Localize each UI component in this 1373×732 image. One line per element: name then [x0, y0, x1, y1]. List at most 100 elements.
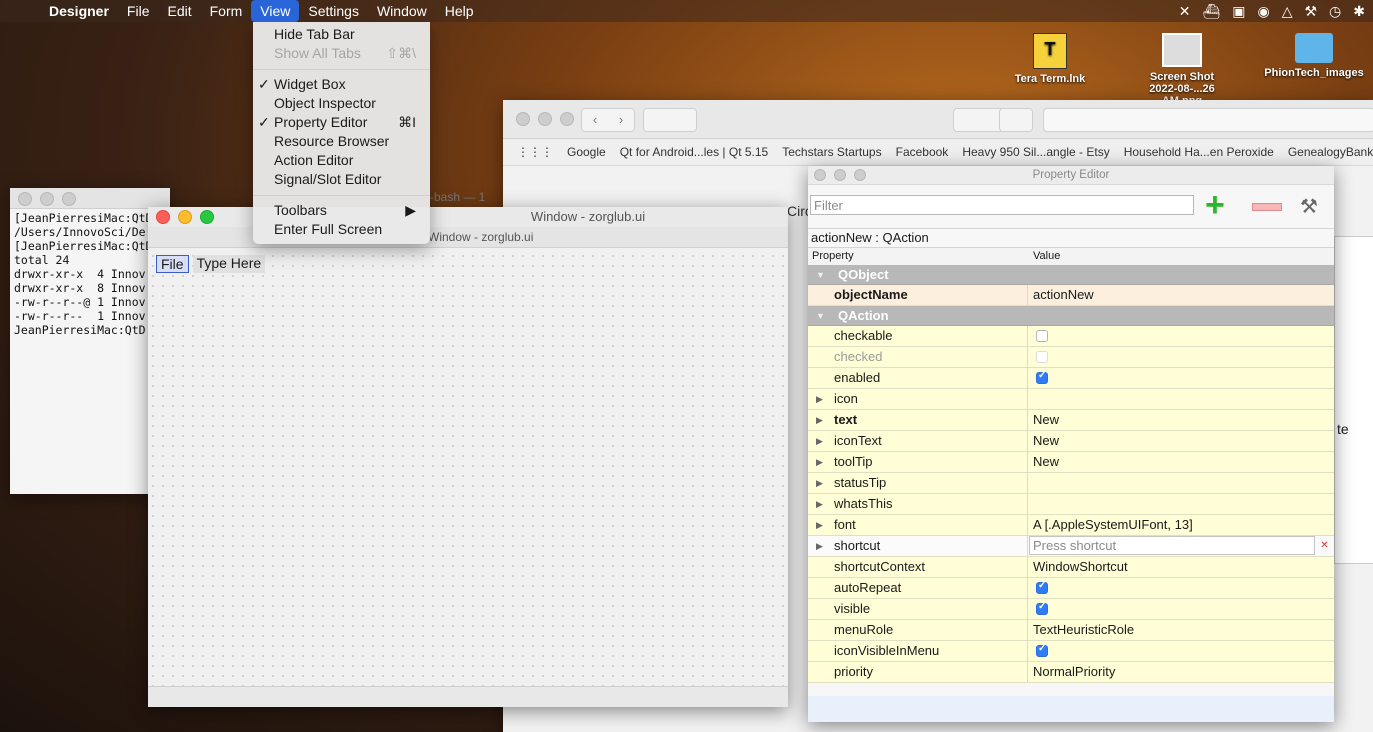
- property-row-font[interactable]: ▶ font A [.AppleSystemUIFont, 13]: [808, 515, 1334, 536]
- property-row-visible[interactable]: visible: [808, 599, 1334, 620]
- privacy-shield-icon[interactable]: [999, 108, 1033, 132]
- property-row-iconText[interactable]: ▶ iconText New: [808, 431, 1334, 452]
- property-row-icon[interactable]: ▶ icon: [808, 389, 1334, 410]
- close-button[interactable]: [18, 192, 32, 206]
- property-category-qaction[interactable]: ▼ QAction: [808, 306, 1334, 326]
- minimize-button[interactable]: [40, 192, 54, 206]
- zoom-button[interactable]: [560, 112, 574, 126]
- menu-item-toolbars[interactable]: Toolbars ▶: [253, 201, 430, 220]
- docker-icon[interactable]: ⛴: [1202, 3, 1220, 20]
- menu-app-designer[interactable]: Designer: [40, 0, 118, 22]
- notification-icon[interactable]: ◉: [1257, 3, 1269, 20]
- mute-icon[interactable]: ✕: [1179, 3, 1191, 20]
- property-row-iconVisibleInMenu[interactable]: iconVisibleInMenu: [808, 641, 1334, 662]
- menu-form[interactable]: Form: [201, 0, 252, 22]
- menu-item-signal-slot-editor[interactable]: Signal/Slot Editor: [253, 170, 430, 189]
- desktop-icon-teraterm[interactable]: T Tera Term.lnk: [1010, 33, 1090, 85]
- filter-input[interactable]: Filter: [810, 195, 1194, 215]
- menu-file[interactable]: File: [118, 0, 159, 22]
- minimize-button[interactable]: [834, 169, 846, 181]
- property-value[interactable]: New: [1033, 410, 1059, 430]
- property-row-autoRepeat[interactable]: autoRepeat: [808, 578, 1334, 599]
- close-button[interactable]: [156, 210, 170, 224]
- form-menu-type-here[interactable]: Type Here: [192, 255, 266, 273]
- property-row-enabled[interactable]: enabled: [808, 368, 1334, 389]
- shortcut-input[interactable]: Press shortcut: [1029, 536, 1315, 555]
- bookmark-item[interactable]: Techstars Startups: [782, 145, 881, 159]
- property-value[interactable]: actionNew: [1033, 285, 1094, 305]
- column-header-property[interactable]: Property: [812, 250, 854, 262]
- terminal-output[interactable]: [JeanPierresiMac:QtD /Users/InnovoSci/De…: [10, 209, 170, 339]
- property-row-checkable[interactable]: checkable: [808, 326, 1334, 347]
- property-row-text[interactable]: ▶ text New: [808, 410, 1334, 431]
- property-row-priority[interactable]: priority NormalPriority: [808, 662, 1334, 683]
- bookmark-item[interactable]: Google: [567, 145, 606, 159]
- property-value[interactable]: NormalPriority: [1033, 662, 1115, 682]
- property-row-toolTip[interactable]: ▶ toolTip New: [808, 452, 1334, 473]
- wps-icon[interactable]: ▣: [1232, 3, 1245, 20]
- menu-window[interactable]: Window: [368, 0, 436, 22]
- remove-property-icon[interactable]: [1252, 203, 1282, 211]
- property-editor-title[interactable]: Property Editor: [808, 166, 1334, 185]
- forward-icon[interactable]: ›: [619, 109, 623, 131]
- address-bar[interactable]: [1043, 108, 1373, 132]
- column-header-value[interactable]: Value: [1033, 250, 1060, 262]
- property-value[interactable]: WindowShortcut: [1033, 557, 1128, 577]
- bookmark-item[interactable]: Qt for Android...les | Qt 5.15: [620, 145, 769, 159]
- zoom-button[interactable]: [200, 210, 214, 224]
- property-row-shortcutContext[interactable]: shortcutContext WindowShortcut: [808, 557, 1334, 578]
- menu-item-object-inspector[interactable]: Object Inspector: [253, 94, 430, 113]
- minimize-button[interactable]: [178, 210, 192, 224]
- bookmark-item[interactable]: Heavy 950 Sil...angle - Etsy: [962, 145, 1109, 159]
- grid-icon[interactable]: ⋮⋮⋮: [517, 145, 553, 159]
- property-row-objectName[interactable]: objectName actionNew: [808, 285, 1334, 306]
- back-icon[interactable]: ‹: [593, 109, 597, 131]
- property-checkbox[interactable]: [1036, 601, 1048, 615]
- property-row-checked[interactable]: checked: [808, 347, 1334, 368]
- drive-icon[interactable]: △: [1282, 3, 1293, 20]
- property-value[interactable]: New: [1033, 431, 1059, 451]
- menu-edit[interactable]: Edit: [158, 0, 200, 22]
- menu-item-action-editor[interactable]: Action Editor: [253, 151, 430, 170]
- property-row-whatsThis[interactable]: ▶ whatsThis: [808, 494, 1334, 515]
- bookmark-item[interactable]: Household Ha...en Peroxide: [1124, 145, 1274, 159]
- extension-button[interactable]: [953, 108, 1005, 132]
- zoom-button[interactable]: [62, 192, 76, 206]
- add-property-icon[interactable]: +: [1205, 188, 1225, 222]
- sidebar-toggle-button[interactable]: [643, 108, 697, 132]
- menu-help[interactable]: Help: [436, 0, 483, 22]
- property-row-shortcut[interactable]: ▶ shortcut Press shortcut ✕: [808, 536, 1334, 557]
- window-title[interactable]: Window - zorglub.ui: [148, 207, 788, 227]
- menu-item-property-editor[interactable]: ✓ Property Editor ⌘I: [253, 113, 430, 132]
- menu-item-resource-browser[interactable]: Resource Browser: [253, 132, 430, 151]
- desktop-icon-screenshot[interactable]: Screen Shot 2022-08-...26 AM.png: [1132, 33, 1232, 107]
- time-machine-icon[interactable]: ◷: [1329, 3, 1341, 20]
- menu-item-hide-tab-bar[interactable]: Hide Tab Bar: [253, 25, 430, 44]
- zoom-button[interactable]: [854, 169, 866, 181]
- menu-view[interactable]: View: [251, 0, 300, 22]
- minimize-button[interactable]: [538, 112, 552, 126]
- bluetooth-icon[interactable]: ✱: [1353, 3, 1365, 20]
- bookmark-item[interactable]: GenealogyBank | Face: [1288, 145, 1373, 159]
- property-checkbox[interactable]: [1036, 643, 1048, 657]
- back-forward-buttons[interactable]: ‹ ›: [581, 108, 635, 132]
- property-checkbox[interactable]: [1036, 370, 1048, 384]
- menu-settings[interactable]: Settings: [299, 0, 368, 22]
- clear-shortcut-icon[interactable]: ✕: [1315, 536, 1334, 555]
- form-menu-file[interactable]: File: [156, 255, 189, 273]
- property-row-menuRole[interactable]: menuRole TextHeuristicRole: [808, 620, 1334, 641]
- menu-item-widget-box[interactable]: ✓ Widget Box: [253, 75, 430, 94]
- bookmark-item[interactable]: Facebook: [896, 145, 949, 159]
- property-value[interactable]: TextHeuristicRole: [1033, 620, 1134, 640]
- configure-wrench-icon[interactable]: ⚒: [1300, 194, 1318, 219]
- close-button[interactable]: [516, 112, 530, 126]
- property-value[interactable]: A [.AppleSystemUIFont, 13]: [1033, 515, 1193, 535]
- close-button[interactable]: [814, 169, 826, 181]
- menu-item-enter-full-screen[interactable]: Enter Full Screen: [253, 220, 430, 239]
- property-checkbox[interactable]: [1036, 580, 1048, 594]
- property-checkbox[interactable]: [1036, 330, 1048, 342]
- terminal-titlebar[interactable]: [10, 188, 170, 209]
- property-row-statusTip[interactable]: ▶ statusTip: [808, 473, 1334, 494]
- tools-icon[interactable]: ⚒: [1304, 3, 1317, 20]
- property-value[interactable]: New: [1033, 452, 1059, 472]
